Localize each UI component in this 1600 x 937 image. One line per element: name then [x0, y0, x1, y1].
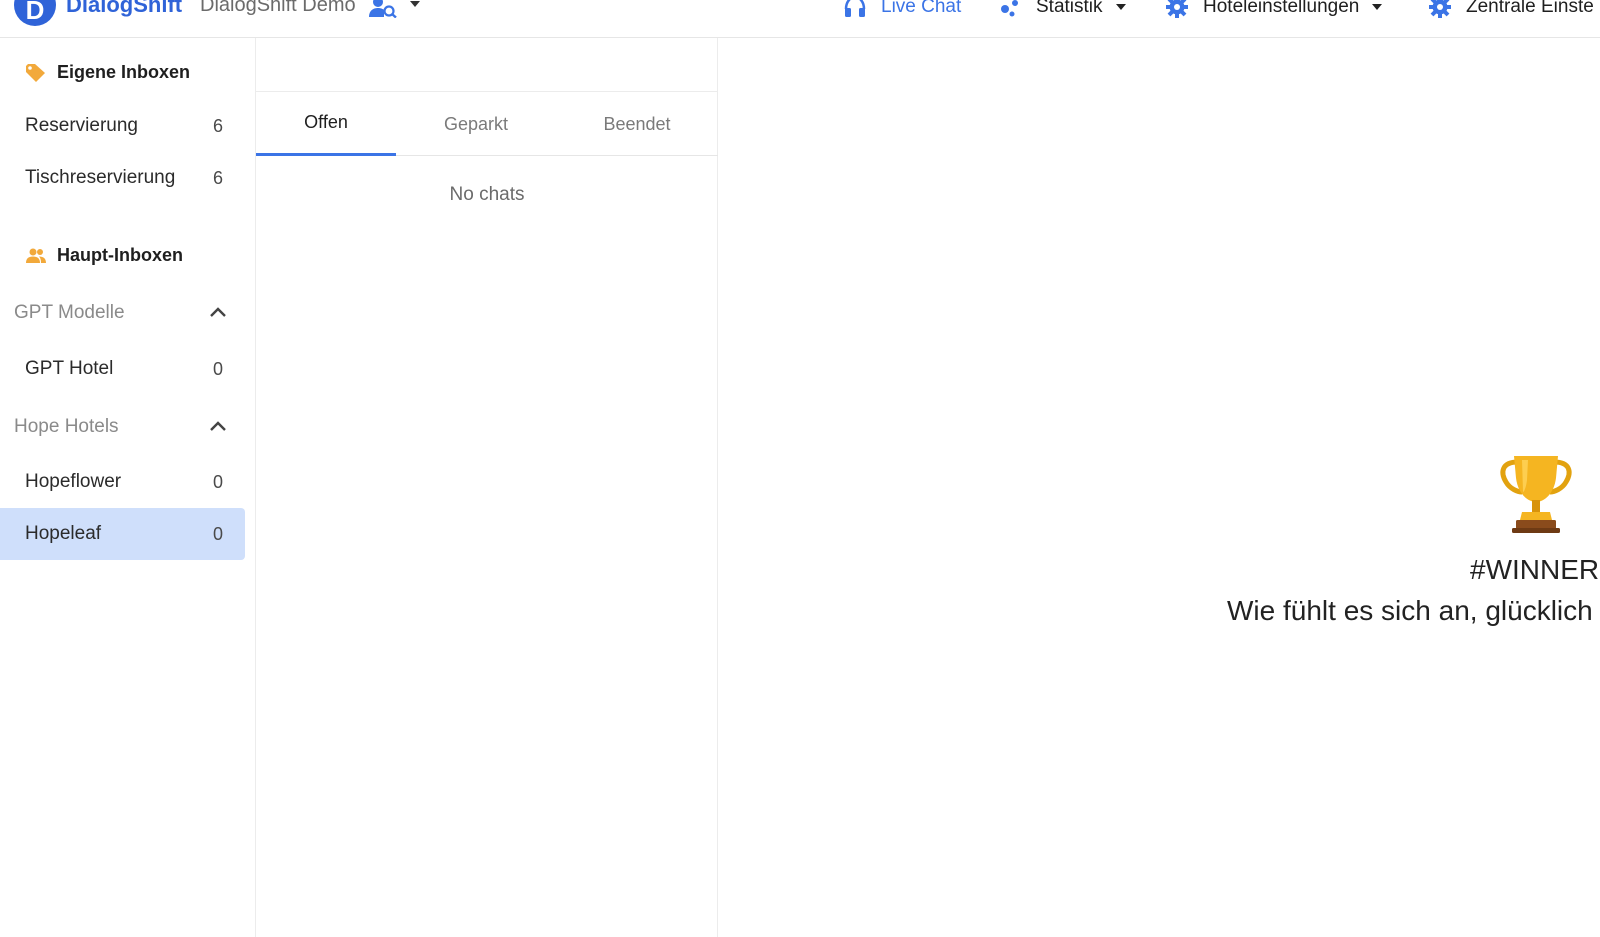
nav-zentrale-einstellungen[interactable]: Zentrale Einste — [1428, 0, 1594, 20]
chevron-up-icon[interactable] — [209, 305, 227, 319]
chevron-up-icon[interactable] — [209, 419, 227, 433]
inbox-sidebar: Eigene Inboxen Reservierung 6 Tischreser… — [0, 38, 256, 937]
chat-list-panel: Offen Geparkt Beendet No chats — [256, 38, 718, 937]
nav-hoteleinstellungen[interactable]: Hoteleinstellungen — [1165, 0, 1383, 20]
inbox-hopeflower[interactable]: Hopeflower 0 — [0, 456, 245, 508]
chat-status-tabs: Offen Geparkt Beendet — [256, 92, 718, 156]
inbox-hopeleaf[interactable]: Hopeleaf 0 — [0, 508, 245, 560]
tab-offen[interactable]: Offen — [256, 92, 396, 156]
logo-icon[interactable]: D — [14, 0, 56, 26]
workspace-name: DialogShift Demo — [200, 0, 356, 16]
top-navigation-bar: D DialogShift DialogShift Demo Live Chat… — [0, 0, 1600, 38]
section-eigene-inboxen-label: Eigene Inboxen — [57, 62, 191, 82]
nav-hoteleinstellungen-label: Hoteleinstellungen — [1203, 0, 1360, 17]
inbox-count-badge: 0 — [212, 523, 223, 544]
nav-statistik[interactable]: Statistik — [998, 0, 1127, 20]
inbox-count-badge: 0 — [212, 358, 223, 379]
nav-zentrale-einstellungen-label: Zentrale Einste — [1466, 0, 1594, 17]
group-hope-hotels[interactable]: Hope Hotels — [0, 407, 245, 447]
inbox-label: GPT Hotel — [25, 358, 114, 379]
gear-icon — [1429, 0, 1451, 18]
nav-live-chat[interactable]: Live Chat — [843, 0, 961, 20]
group-label: GPT Modelle — [14, 302, 125, 323]
inbox-count-badge: 0 — [212, 471, 223, 492]
nav-live-chat-label: Live Chat — [881, 0, 962, 17]
tab-geparkt[interactable]: Geparkt — [396, 92, 556, 156]
winner-heading: #WINNER — [1470, 554, 1600, 585]
people-icon — [26, 248, 46, 263]
brand-name[interactable]: DialogShift — [66, 0, 182, 18]
inbox-count-badge: 6 — [212, 115, 223, 136]
chevron-down-icon — [1372, 4, 1383, 10]
section-haupt-inboxen: Haupt-Inboxen — [25, 245, 183, 266]
chevron-down-icon — [1115, 4, 1126, 10]
section-haupt-inboxen-label: Haupt-Inboxen — [57, 245, 183, 265]
group-gpt-modelle[interactable]: GPT Modelle — [0, 293, 245, 333]
inbox-label: Hopeleaf — [25, 523, 102, 544]
chart-dots-icon — [1001, 0, 1018, 17]
inbox-label: Tischreservierung — [25, 167, 176, 188]
inbox-reservierung[interactable]: Reservierung 6 — [0, 100, 245, 152]
chat-list-header — [256, 38, 718, 92]
gear-icon — [1166, 0, 1188, 18]
inbox-count-badge: 6 — [212, 167, 223, 188]
inbox-label: Hopeflower — [25, 471, 122, 492]
trophy-icon — [1500, 456, 1572, 533]
group-label: Hope Hotels — [14, 416, 119, 437]
headset-icon — [844, 0, 866, 17]
section-eigene-inboxen: Eigene Inboxen — [25, 62, 190, 83]
inbox-tischreservierung[interactable]: Tischreservierung 6 — [0, 152, 245, 204]
user-search-icon[interactable] — [368, 0, 398, 18]
inbox-gpt-hotel[interactable]: GPT Hotel 0 — [0, 343, 245, 395]
nav-statistik-label: Statistik — [1036, 0, 1103, 17]
tag-icon — [26, 63, 45, 82]
tab-beendet[interactable]: Beendet — [556, 92, 718, 156]
empty-chat-list-message: No chats — [449, 184, 525, 205]
chat-detail-area: #WINNER Wie fühlt es sich an, glücklich — [718, 38, 1600, 937]
workspace-dropdown-caret-icon[interactable] — [409, 0, 421, 10]
winner-message: Wie fühlt es sich an, glücklich — [1227, 595, 1593, 626]
inbox-label: Reservierung — [25, 115, 138, 136]
